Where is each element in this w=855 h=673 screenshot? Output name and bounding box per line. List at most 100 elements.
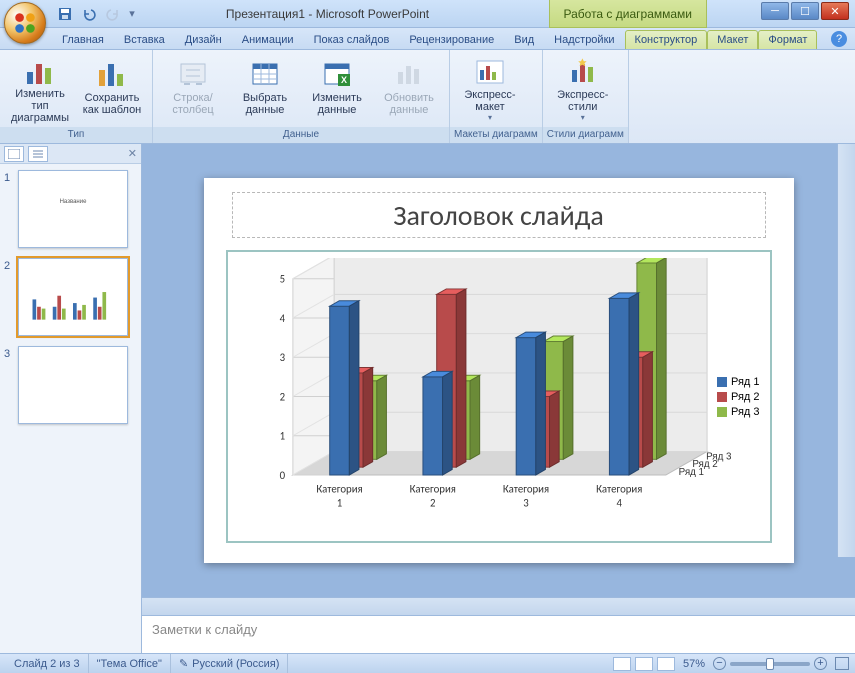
legend-item: Ряд 2 [717,391,760,403]
ribbon: Изменить тип диаграммы Сохранить как шаб… [0,50,855,144]
tab-animations[interactable]: Анимации [232,30,304,49]
svg-text:Категория: Категория [502,483,548,496]
tab-chart-format[interactable]: Формат [758,30,817,49]
slide-title-placeholder[interactable]: Заголовок слайда [232,192,766,238]
slides-view-icon[interactable] [4,146,24,162]
office-button[interactable] [4,2,46,44]
close-button[interactable]: ✕ [821,2,849,20]
tab-slideshow[interactable]: Показ слайдов [304,30,400,49]
window-controls: ─ ☐ ✕ [759,2,849,20]
spellcheck-icon: ✎ [179,657,188,670]
status-slide-number: Слайд 2 из 3 [6,654,89,673]
status-language[interactable]: ✎ Русский (Россия) [171,654,289,673]
qat-customize-icon[interactable]: ▾ [126,3,138,25]
help-icon[interactable]: ? [831,31,847,47]
zoom-percent: 57% [683,658,705,670]
tab-addins[interactable]: Надстройки [544,30,624,49]
switch-row-column-label: Строка/столбец [160,92,226,116]
switch-row-column-button[interactable]: Строка/столбец [159,53,227,125]
svg-text:X: X [341,75,347,85]
layout-icon [474,58,506,87]
legend-label: Ряд 2 [731,391,760,403]
ribbon-group-styles-label: Стили диаграмм [543,127,628,143]
slideshow-view-icon[interactable] [657,657,675,671]
refresh-icon [393,58,425,90]
legend-swatch [717,377,727,387]
legend-swatch [717,392,727,402]
horizontal-scrollbar[interactable] [142,597,855,615]
quick-layout-button[interactable]: Экспресс-макет [456,53,524,125]
tab-home[interactable]: Главная [52,30,114,49]
ribbon-group-data: Строка/столбец Выбрать данные X Изменить… [153,50,450,143]
svg-text:4: 4 [616,496,622,509]
svg-text:5: 5 [279,273,284,286]
refresh-data-button[interactable]: Обновить данные [375,53,443,125]
zoom-out-icon[interactable]: − [713,657,726,670]
switch-icon [177,58,209,90]
thumbnail-chart-preview [27,281,119,327]
editor-area: Заголовок слайда 012345Категория1Категор… [142,144,855,653]
thumbnail-slide-2[interactable] [18,258,128,336]
svg-text:2: 2 [279,390,284,403]
notes-pane[interactable]: Заметки к слайду [142,615,855,653]
redo-icon[interactable] [102,3,124,25]
change-chart-type-button[interactable]: Изменить тип диаграммы [6,53,74,125]
bar-chart-icon [24,58,56,86]
quick-layout-label: Экспресс-макет [464,89,515,113]
zoom-in-icon[interactable]: + [814,657,827,670]
chart-3d-bar: 012345Категория1Категория2Категория3Кате… [234,258,764,535]
legend-item: Ряд 1 [717,376,760,388]
slides-panel: ✕ 1 Название 2 [0,144,142,653]
chart-object[interactable]: 012345Категория1Категория2Категория3Кате… [226,250,772,543]
undo-icon[interactable] [78,3,100,25]
zoom-slider[interactable] [730,662,810,666]
tab-chart-layout[interactable]: Макет [707,30,758,49]
save-as-template-button[interactable]: Сохранить как шаблон [78,53,146,125]
select-data-button[interactable]: Выбрать данные [231,53,299,125]
change-chart-type-label: Изменить тип диаграммы [7,88,73,124]
tab-insert[interactable]: Вставка [114,30,175,49]
fit-to-window-icon[interactable] [835,657,849,670]
workspace: ✕ 1 Название 2 [0,144,855,653]
tab-review[interactable]: Рецензирование [399,30,504,49]
ribbon-group-layouts-label: Макеты диаграмм [450,127,542,143]
thumbnail-row: 3 [4,346,137,424]
template-icon [96,58,128,90]
contextual-tab-title: Работа с диаграммами [549,0,708,28]
ribbon-group-type-label: Тип [0,127,152,143]
tab-view[interactable]: Вид [504,30,544,49]
quick-styles-button[interactable]: Экспресс-стили [549,53,617,125]
status-theme: "Тема Office" [89,654,171,673]
edit-data-label: Изменить данные [304,92,370,116]
minimize-button[interactable]: ─ [761,2,789,20]
vertical-scrollbar[interactable] [837,144,855,557]
edit-data-button[interactable]: X Изменить данные [303,53,371,125]
thumbnail-number: 3 [4,346,14,424]
svg-text:Категория: Категория [409,483,455,496]
status-language-label: Русский (Россия) [192,658,279,670]
refresh-data-label: Обновить данные [376,92,442,116]
maximize-button[interactable]: ☐ [791,2,819,20]
tab-chart-design[interactable]: Конструктор [625,30,708,49]
svg-text:Категория: Категория [316,483,362,496]
thumbnail-slide-3[interactable] [18,346,128,424]
svg-text:0: 0 [279,469,285,482]
save-icon[interactable] [54,3,76,25]
panel-tabs: ✕ [0,144,141,164]
thumbnail-row: 1 Название [4,170,137,248]
slide-canvas-area[interactable]: Заголовок слайда 012345Категория1Категор… [142,144,855,597]
styles-icon [567,58,599,87]
grid-icon [249,58,281,90]
svg-text:Категория: Категория [596,483,642,496]
tab-design[interactable]: Дизайн [175,30,232,49]
ribbon-group-styles: Экспресс-стили Стили диаграмм [543,50,629,143]
outline-view-icon[interactable] [28,146,48,162]
zoom-slider-thumb[interactable] [766,658,774,670]
normal-view-icon[interactable] [613,657,631,671]
ribbon-tabs: Главная Вставка Дизайн Анимации Показ сл… [0,28,855,50]
thumbnails-list[interactable]: 1 Название 2 [0,164,141,653]
sorter-view-icon[interactable] [635,657,653,671]
legend-swatch [717,407,727,417]
thumbnail-slide-1[interactable]: Название [18,170,128,248]
panel-close-icon[interactable]: ✕ [128,147,137,160]
